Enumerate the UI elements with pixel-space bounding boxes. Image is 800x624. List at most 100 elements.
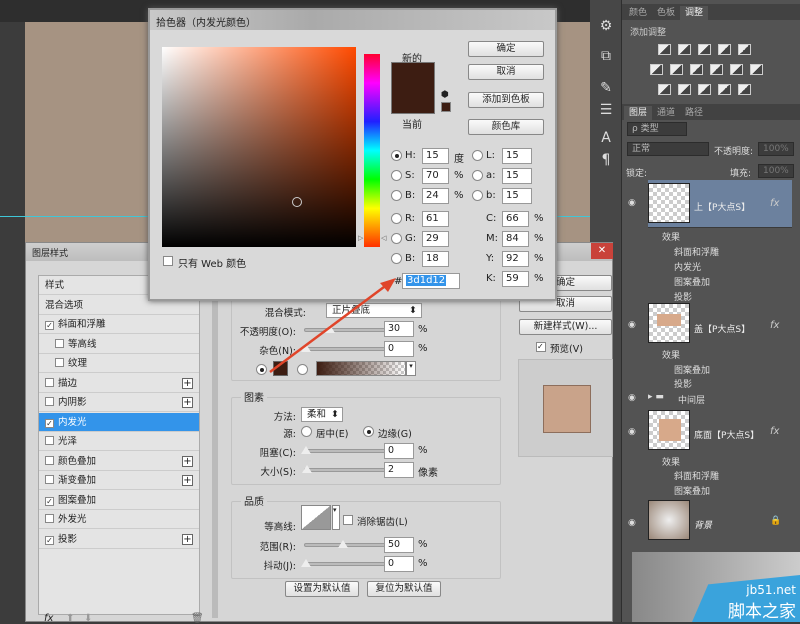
style-checkbox[interactable]: ✓ — [45, 496, 54, 506]
set-default-button[interactable]: 设置为默认值 — [285, 581, 359, 597]
adjustment-icon[interactable] — [730, 64, 743, 75]
saturation-input[interactable]: 70 — [422, 168, 449, 184]
antialias-checkbox[interactable] — [343, 515, 353, 525]
contour-dropdown-icon[interactable]: ▾ — [332, 505, 340, 530]
add-instance-icon[interactable]: + — [182, 533, 193, 545]
color-libraries-button[interactable]: 颜色库 — [468, 119, 544, 135]
move-up-icon[interactable]: ⬆ — [66, 613, 74, 624]
effect-item[interactable]: 图案叠加 — [674, 484, 710, 497]
hue-slider-handle-left[interactable]: ▷ — [358, 234, 363, 242]
folder-icon[interactable]: ▸ ▬ — [648, 392, 664, 402]
add-instance-icon[interactable]: + — [182, 455, 193, 467]
style-checkbox[interactable]: ✓ — [45, 535, 54, 545]
adjustment-icon[interactable] — [658, 44, 671, 55]
picker-ok-button[interactable]: 确定 — [468, 41, 544, 57]
adjustment-icon[interactable] — [690, 64, 703, 75]
noise-input[interactable]: 0 — [384, 341, 414, 357]
green-input[interactable]: 29 — [422, 231, 449, 247]
style-list-item[interactable]: 光泽 — [39, 432, 199, 451]
b-radio[interactable] — [472, 190, 483, 201]
effect-item[interactable]: 投影 — [674, 290, 692, 303]
a-radio[interactable] — [472, 170, 483, 181]
brightness-radio[interactable] — [391, 190, 402, 201]
layer-name[interactable]: 背景 — [694, 518, 712, 531]
cyan-input[interactable]: 66 — [502, 211, 529, 227]
tab-color[interactable]: 颜色 — [624, 6, 652, 20]
style-checkbox[interactable] — [55, 338, 64, 348]
move-down-icon[interactable]: ⬇ — [84, 613, 92, 624]
solid-color-radio[interactable] — [256, 364, 267, 375]
opacity-input[interactable]: 30 — [384, 321, 414, 337]
tool-presets-icon[interactable]: ☰ — [596, 100, 616, 120]
add-instance-icon[interactable]: + — [182, 475, 193, 486]
opacity-input[interactable]: 100% — [758, 142, 794, 156]
visibility-eye-icon[interactable]: ◉ — [628, 518, 636, 528]
visibility-eye-icon[interactable]: ◉ — [628, 198, 636, 208]
hue-slider[interactable] — [364, 54, 380, 247]
adjustments-panel-icon[interactable]: ⚙ — [596, 16, 616, 36]
style-checkbox[interactable] — [45, 455, 54, 465]
add-instance-icon[interactable]: + — [182, 377, 193, 389]
style-list-item[interactable]: ✓ 图案叠加 — [39, 491, 199, 510]
yellow-input[interactable]: 92 — [502, 251, 529, 267]
range-input[interactable]: 50 — [384, 537, 414, 553]
b-input[interactable]: 15 — [502, 188, 532, 204]
style-checkbox[interactable] — [55, 358, 64, 367]
style-list-item[interactable]: 外发光 — [39, 510, 199, 529]
reset-default-button[interactable]: 复位为默认值 — [367, 581, 441, 597]
visibility-eye-icon[interactable]: ◉ — [628, 393, 636, 403]
style-checkbox[interactable] — [45, 397, 54, 406]
trash-icon[interactable]: 🗑 — [191, 613, 204, 624]
method-select[interactable]: 柔和 ⬍ — [301, 407, 343, 422]
style-list-item[interactable]: 纹理 — [39, 354, 199, 373]
tab-paths[interactable]: 路径 — [680, 106, 708, 120]
choke-input[interactable]: 0 — [384, 443, 414, 459]
group-name[interactable]: 中间层 — [678, 393, 705, 406]
layer-filter-select[interactable]: ρ 类型 — [627, 122, 687, 136]
style-checkbox[interactable]: ✓ — [45, 321, 54, 330]
hue-radio[interactable] — [391, 150, 402, 161]
color-cursor[interactable] — [292, 197, 302, 207]
effect-item[interactable]: 投影 — [674, 377, 692, 390]
style-checkbox[interactable]: ✓ — [45, 418, 54, 428]
effect-item[interactable]: 内发光 — [674, 260, 701, 273]
blend-mode-select[interactable]: 正片叠底 ⬍ — [326, 303, 422, 318]
visibility-eye-icon[interactable]: ◉ — [628, 320, 636, 330]
gamut-cube-icon[interactable]: ⬢ — [441, 90, 449, 100]
source-edge-radio[interactable] — [363, 426, 374, 437]
tab-channels[interactable]: 通道 — [652, 106, 680, 120]
hue-input[interactable]: 15 — [422, 148, 449, 164]
saturation-radio[interactable] — [391, 170, 402, 181]
adjustment-icon[interactable] — [670, 64, 683, 75]
lightness-input[interactable]: 15 — [502, 148, 532, 164]
style-list-item[interactable]: 描边 + — [39, 374, 199, 393]
adjustment-icon[interactable] — [738, 44, 751, 55]
add-instance-icon[interactable]: + — [182, 397, 193, 408]
style-list-item[interactable]: 颜色叠加 + — [39, 452, 199, 471]
web-only-checkbox[interactable] — [163, 256, 173, 266]
adjustment-icon[interactable] — [738, 84, 751, 95]
jitter-input[interactable]: 0 — [384, 556, 414, 572]
add-to-swatches-button[interactable]: 添加到色板 — [468, 92, 544, 108]
style-list-item[interactable]: ✓ 内发光 — [39, 412, 199, 432]
style-checkbox[interactable] — [45, 436, 54, 445]
magenta-input[interactable]: 84 — [502, 231, 529, 247]
red-radio[interactable] — [391, 213, 402, 224]
effect-item[interactable]: 图案叠加 — [674, 275, 710, 288]
size-input[interactable]: 2 — [384, 462, 414, 478]
navigator-icon[interactable]: ⧉ — [596, 46, 616, 66]
brush-presets-icon[interactable]: ✎ — [596, 78, 616, 98]
tab-swatches[interactable]: 色板 — [652, 6, 680, 20]
adjustment-icon[interactable] — [658, 84, 671, 95]
black-input[interactable]: 59 — [502, 271, 529, 287]
fx-icon[interactable]: fx — [770, 426, 779, 437]
layer-name[interactable]: 底面【P大点S】 — [694, 428, 759, 441]
style-checkbox[interactable] — [45, 377, 54, 387]
glow-color-swatch[interactable] — [273, 361, 288, 376]
brightness-input[interactable]: 24 — [422, 188, 449, 204]
style-list-item[interactable]: 内阴影 + — [39, 393, 199, 412]
adjustment-icon[interactable] — [750, 64, 763, 75]
contour-picker[interactable] — [301, 505, 331, 530]
paragraph-icon[interactable]: ¶ — [596, 150, 616, 170]
effect-item[interactable]: 斜面和浮雕 — [674, 245, 719, 258]
